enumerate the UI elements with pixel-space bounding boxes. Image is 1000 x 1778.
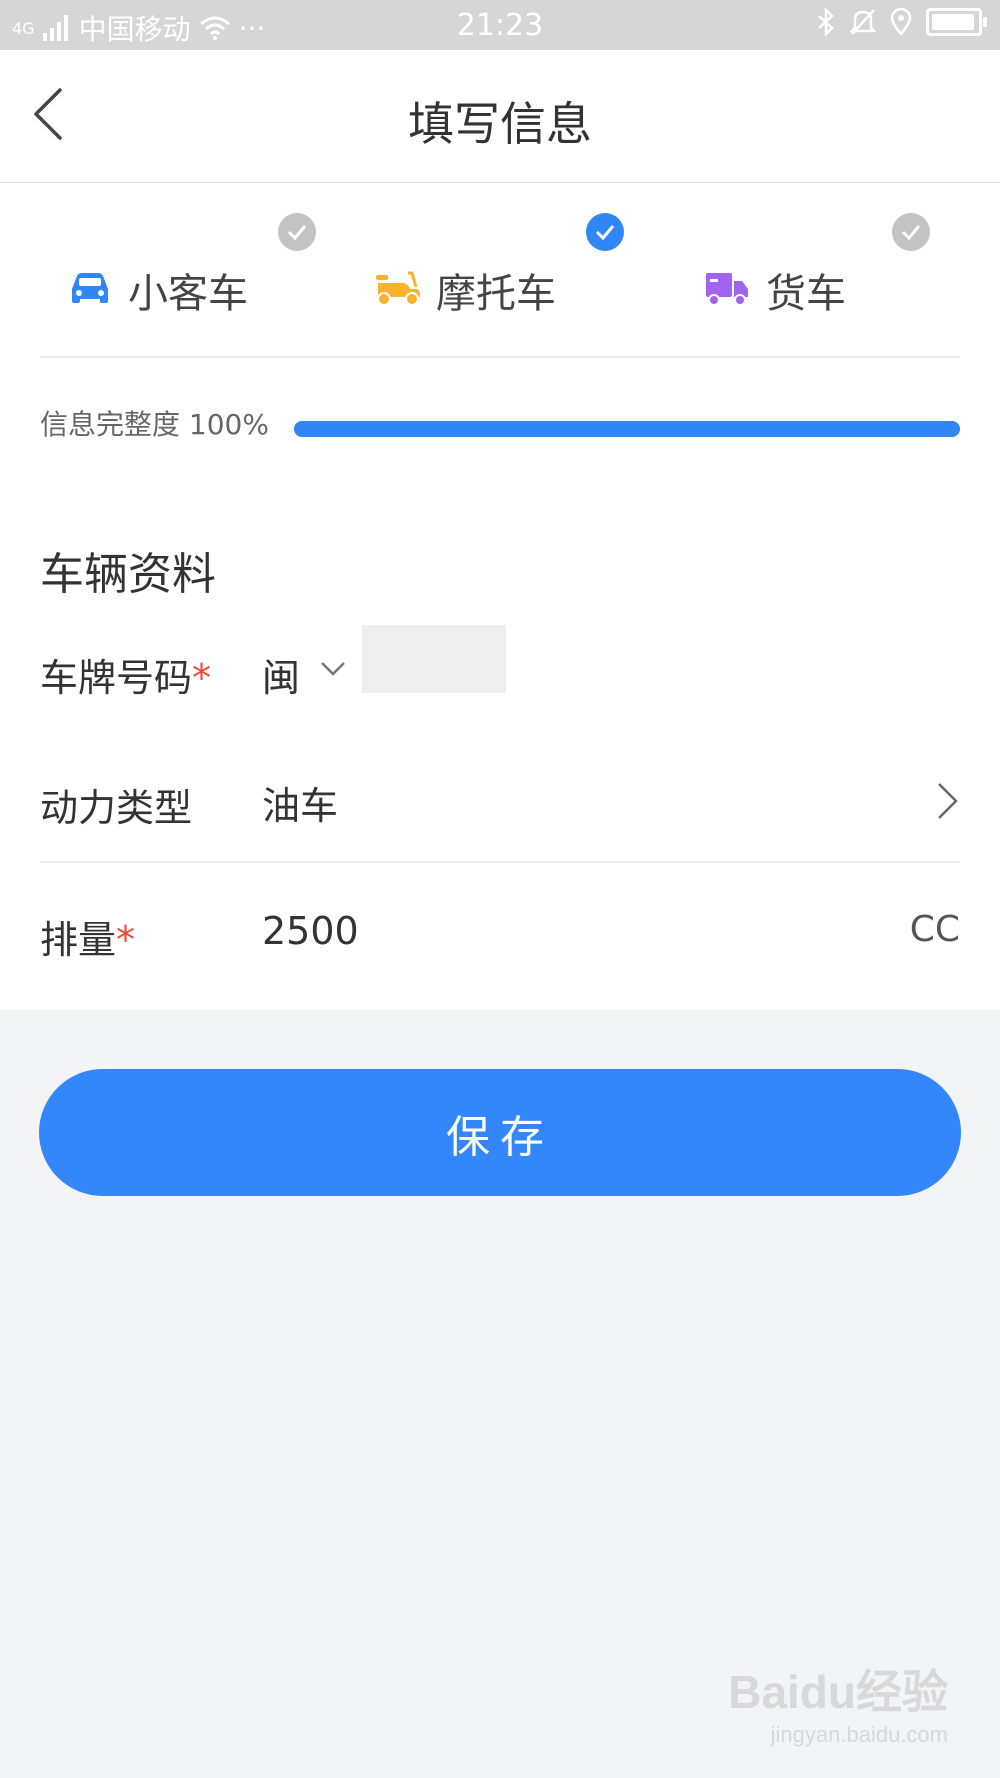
power-type-label: 动力类型: [40, 786, 193, 830]
power-type-field[interactable]: 动力类型 油车: [40, 733, 960, 863]
truck-icon: [706, 273, 748, 306]
plate-number-label: 车牌号码*: [40, 656, 212, 700]
chevron-down-icon[interactable]: [320, 661, 346, 677]
save-button[interactable]: 保存: [39, 1069, 961, 1196]
field-divider: [40, 861, 960, 863]
nav-header: 填写信息: [0, 50, 1000, 183]
check-icon: [595, 225, 615, 241]
motorcycle-icon: [376, 271, 420, 306]
car-icon: [72, 273, 108, 303]
progress-track: [294, 421, 960, 437]
displacement-unit: CC: [909, 909, 960, 950]
status-bar: 4G 中国移动 ··· 21:23: [0, 0, 1000, 50]
chevron-right-icon: [938, 783, 958, 819]
check-icon: [287, 225, 307, 241]
vehicle-type-tabs: 小客车 摩托车 货车: [40, 183, 960, 358]
displacement-field: 排量* CC: [40, 865, 960, 995]
plate-number-field: 车牌号码* 闽: [40, 603, 960, 733]
progress-label: 信息完整度 100%: [40, 408, 269, 441]
vehicle-tab-motorcycle-label: 摩托车: [436, 271, 556, 317]
power-type-value: 油车: [262, 784, 339, 828]
battery-icon: [926, 8, 987, 36]
vehicle-tab-truck[interactable]: 货车: [704, 183, 944, 356]
check-icon: [901, 225, 921, 241]
plate-prefix-select[interactable]: 闽: [262, 647, 300, 702]
vehicle-tab-car[interactable]: 小客车: [68, 183, 316, 356]
plate-number-input[interactable]: [362, 625, 506, 693]
location-icon: [890, 8, 912, 36]
vehicle-tab-motorcycle-check: [586, 213, 624, 251]
watermark-logo: Baidu经验: [728, 1666, 948, 1718]
displacement-input[interactable]: [262, 903, 662, 959]
displacement-label: 排量*: [40, 918, 136, 962]
watermark: Baidu经验 jingyan.baidu.com: [728, 1656, 948, 1748]
vehicle-tab-motorcycle[interactable]: 摩托车: [374, 183, 624, 356]
vehicle-tab-car-label: 小客车: [128, 271, 248, 317]
progress-fill: [294, 421, 960, 437]
form-content: 小客车 摩托车 货车 信息完整度 100% 车辆资料 车牌号码* 闽 动力类型 …: [0, 183, 1000, 1010]
page-title: 填写信息: [408, 97, 592, 151]
section-title: 车辆资料: [40, 549, 216, 600]
watermark-url: jingyan.baidu.com: [770, 1722, 948, 1747]
vehicle-tab-truck-label: 货车: [766, 271, 846, 317]
bluetooth-icon: [818, 8, 834, 36]
bell-muted-icon: [850, 9, 876, 35]
vehicle-tab-car-check: [278, 213, 316, 251]
completeness-progress: 信息完整度 100%: [40, 395, 960, 445]
vehicle-tab-truck-check: [892, 213, 930, 251]
